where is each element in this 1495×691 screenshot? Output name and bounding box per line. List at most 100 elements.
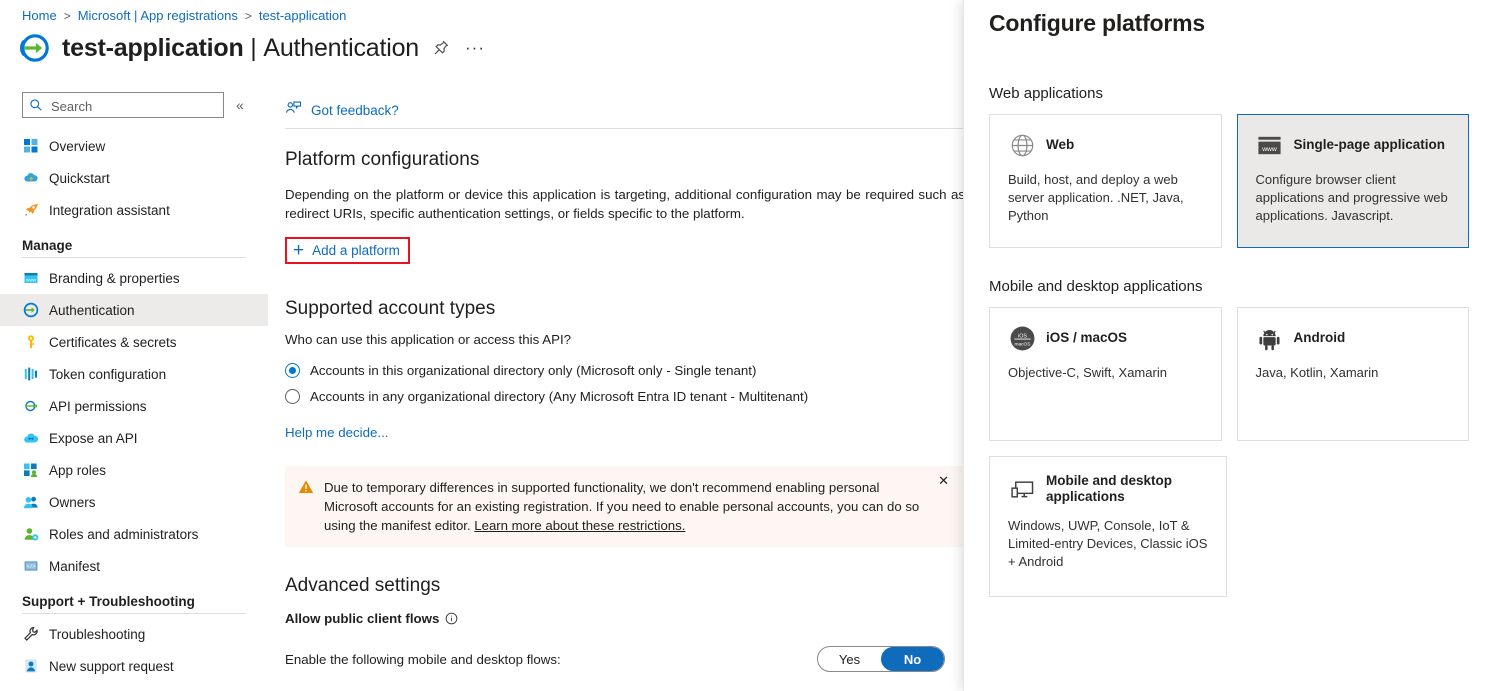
platform-configurations-heading: Platform configurations: [285, 149, 480, 170]
sidebar-item-expose-an-api[interactable]: Expose an API: [0, 422, 268, 454]
radio-indicator[interactable]: [285, 388, 300, 404]
platform-card-title: iOS / macOS: [1046, 330, 1128, 345]
app-roles-icon: [22, 462, 39, 479]
sidebar-item-integration-assistant[interactable]: Integration assistant: [0, 194, 268, 226]
sidebar-item-new-support-request[interactable]: New support request: [0, 650, 268, 682]
radio-label: Accounts in this organizational director…: [310, 362, 757, 378]
page-title: test-application | Authentication: [62, 34, 419, 63]
sidebar-nav: Overview Quickstart Integration assistan…: [0, 130, 268, 682]
add-platform-label: Add a platform: [312, 243, 400, 258]
rocket-icon: [22, 202, 39, 219]
ios-macos-icon: iOS macOS: [1008, 324, 1036, 352]
overview-icon: [22, 138, 39, 155]
sidebar-item-label: Roles and administrators: [49, 526, 199, 542]
sidebar-item-authentication[interactable]: Authentication: [0, 294, 268, 326]
radio-indicator[interactable]: [285, 362, 300, 378]
sidebar-item-label: Certificates & secrets: [49, 334, 177, 350]
breadcrumb-item-test-application[interactable]: test-application: [259, 8, 346, 23]
sidebar-item-label: Overview: [49, 138, 106, 154]
info-icon[interactable]: [445, 612, 458, 625]
sidebar-item-owners[interactable]: Owners: [0, 486, 268, 518]
warning-banner: Due to temporary differences in supporte…: [285, 466, 963, 547]
mobile-desktop-cards-row1: iOS macOS iOS / macOS Objective-C, Swift…: [989, 307, 1469, 441]
platform-card-web[interactable]: Web Build, host, and deploy a web server…: [989, 114, 1222, 248]
sidebar-item-app-roles[interactable]: App roles: [0, 454, 268, 486]
search-box[interactable]: [22, 92, 224, 119]
configure-platforms-panel: Configure platforms Web applications Web: [963, 0, 1495, 691]
sidebar-group-support-title: Support + Troubleshooting: [22, 594, 195, 609]
platform-configurations-description: Depending on the platform or device this…: [285, 187, 963, 221]
www-window-icon: www: [1256, 131, 1284, 159]
platform-card-description: Configure browser client applications an…: [1255, 172, 1448, 223]
plus-icon: +: [293, 239, 305, 261]
radio-multitenant[interactable]: Accounts in any organizational directory…: [285, 383, 963, 409]
sidebar-item-quickstart[interactable]: Quickstart: [0, 162, 268, 194]
key-icon: [22, 334, 39, 351]
platform-card-description: Java, Kotlin, Xamarin: [1255, 365, 1379, 380]
chevron-double-left-icon[interactable]: «: [236, 97, 244, 113]
platform-card-title: Web: [1046, 137, 1075, 152]
sidebar-item-troubleshooting[interactable]: Troubleshooting: [0, 618, 268, 650]
page-title-section: Authentication: [263, 33, 419, 62]
breadcrumb-item-app-registrations[interactable]: Microsoft | App registrations: [78, 8, 238, 23]
sidebar-item-label: Branding & properties: [49, 270, 180, 286]
search-icon: [29, 98, 43, 112]
platform-card-single-page-application[interactable]: www Single-page application Configure br…: [1236, 114, 1469, 248]
help-me-decide-link[interactable]: Help me decide...: [285, 425, 388, 440]
manifest-icon: </>: [22, 558, 39, 575]
svg-text:www: www: [1261, 145, 1277, 152]
breadcrumb: Home > Microsoft | App registrations > t…: [22, 8, 346, 23]
sidebar-item-branding-properties[interactable]: www Branding & properties: [0, 262, 268, 294]
sidebar-search-row: «: [0, 92, 268, 119]
close-icon[interactable]: ✕: [938, 474, 949, 487]
page-title-app: test-application: [62, 33, 244, 62]
sidebar-item-token-configuration[interactable]: Token configuration: [0, 358, 268, 390]
toggle-option-yes[interactable]: Yes: [818, 647, 881, 671]
token-icon: [22, 366, 39, 383]
sidebar-item-api-permissions[interactable]: API permissions: [0, 390, 268, 422]
panel-section-web-applications-title: Web applications: [989, 85, 1103, 102]
sidebar-item-label: API permissions: [49, 398, 147, 414]
sidebar-group-manage-title: Manage: [22, 238, 73, 253]
sidebar-item-label: Quickstart: [49, 170, 110, 186]
sidebar-item-roles-and-administrators[interactable]: Roles and administrators: [0, 518, 268, 550]
public-client-flows-row: Enable the following mobile and desktop …: [285, 646, 945, 672]
got-feedback-button[interactable]: Got feedback?: [268, 92, 963, 128]
sidebar-item-label: Owners: [49, 494, 96, 510]
wrench-icon: [22, 626, 39, 643]
roles-admin-icon: [22, 526, 39, 543]
pin-icon[interactable]: [431, 38, 451, 58]
supported-account-types-heading: Supported account types: [285, 298, 496, 319]
sidebar-item-manifest[interactable]: </> Manifest: [0, 550, 268, 582]
add-platform-button[interactable]: + Add a platform: [285, 237, 410, 264]
allow-public-client-flows-toggle[interactable]: Yes No: [817, 646, 945, 672]
api-permissions-icon: [22, 398, 39, 415]
sidebar-item-certificates-secrets[interactable]: Certificates & secrets: [0, 326, 268, 358]
globe-icon: [1008, 131, 1036, 159]
platform-card-description: Objective-C, Swift, Xamarin: [1008, 365, 1167, 380]
sidebar-item-overview[interactable]: Overview: [0, 130, 268, 162]
sidebar-item-label: Expose an API: [49, 430, 138, 446]
platform-card-mobile-and-desktop-applications[interactable]: Mobile and desktop applications Windows,…: [989, 456, 1227, 597]
sidebar-divider: [22, 613, 246, 614]
sidebar-item-label: Authentication: [49, 302, 135, 318]
radio-single-tenant[interactable]: Accounts in this organizational director…: [285, 357, 963, 383]
sidebar-item-label: App roles: [49, 462, 107, 478]
sidebar-item-label: New support request: [49, 658, 174, 674]
more-options-icon[interactable]: ···: [463, 39, 487, 56]
search-input[interactable]: [49, 93, 221, 119]
web-applications-cards: Web Build, host, and deploy a web server…: [989, 114, 1469, 248]
warning-learn-more-link[interactable]: Learn more about these restrictions.: [474, 518, 685, 533]
platform-card-ios-macos[interactable]: iOS macOS iOS / macOS Objective-C, Swift…: [989, 307, 1222, 441]
desktop-mobile-icon: [1008, 475, 1036, 503]
platform-card-title: Single-page application: [1293, 137, 1446, 152]
sidebar-item-label: Integration assistant: [49, 202, 170, 218]
breadcrumb-item-home[interactable]: Home: [22, 8, 57, 23]
platform-card-android[interactable]: Android Java, Kotlin, Xamarin: [1236, 307, 1469, 441]
authentication-content: Platform configurations Depending on the…: [268, 129, 963, 672]
svg-text:www: www: [26, 277, 37, 282]
sidebar: « Overview Quickstar: [0, 92, 268, 682]
platform-card-description: Windows, UWP, Console, IoT & Limited-ent…: [1008, 518, 1208, 569]
warning-triangle-icon: [298, 479, 314, 495]
toggle-option-no[interactable]: No: [881, 647, 944, 671]
